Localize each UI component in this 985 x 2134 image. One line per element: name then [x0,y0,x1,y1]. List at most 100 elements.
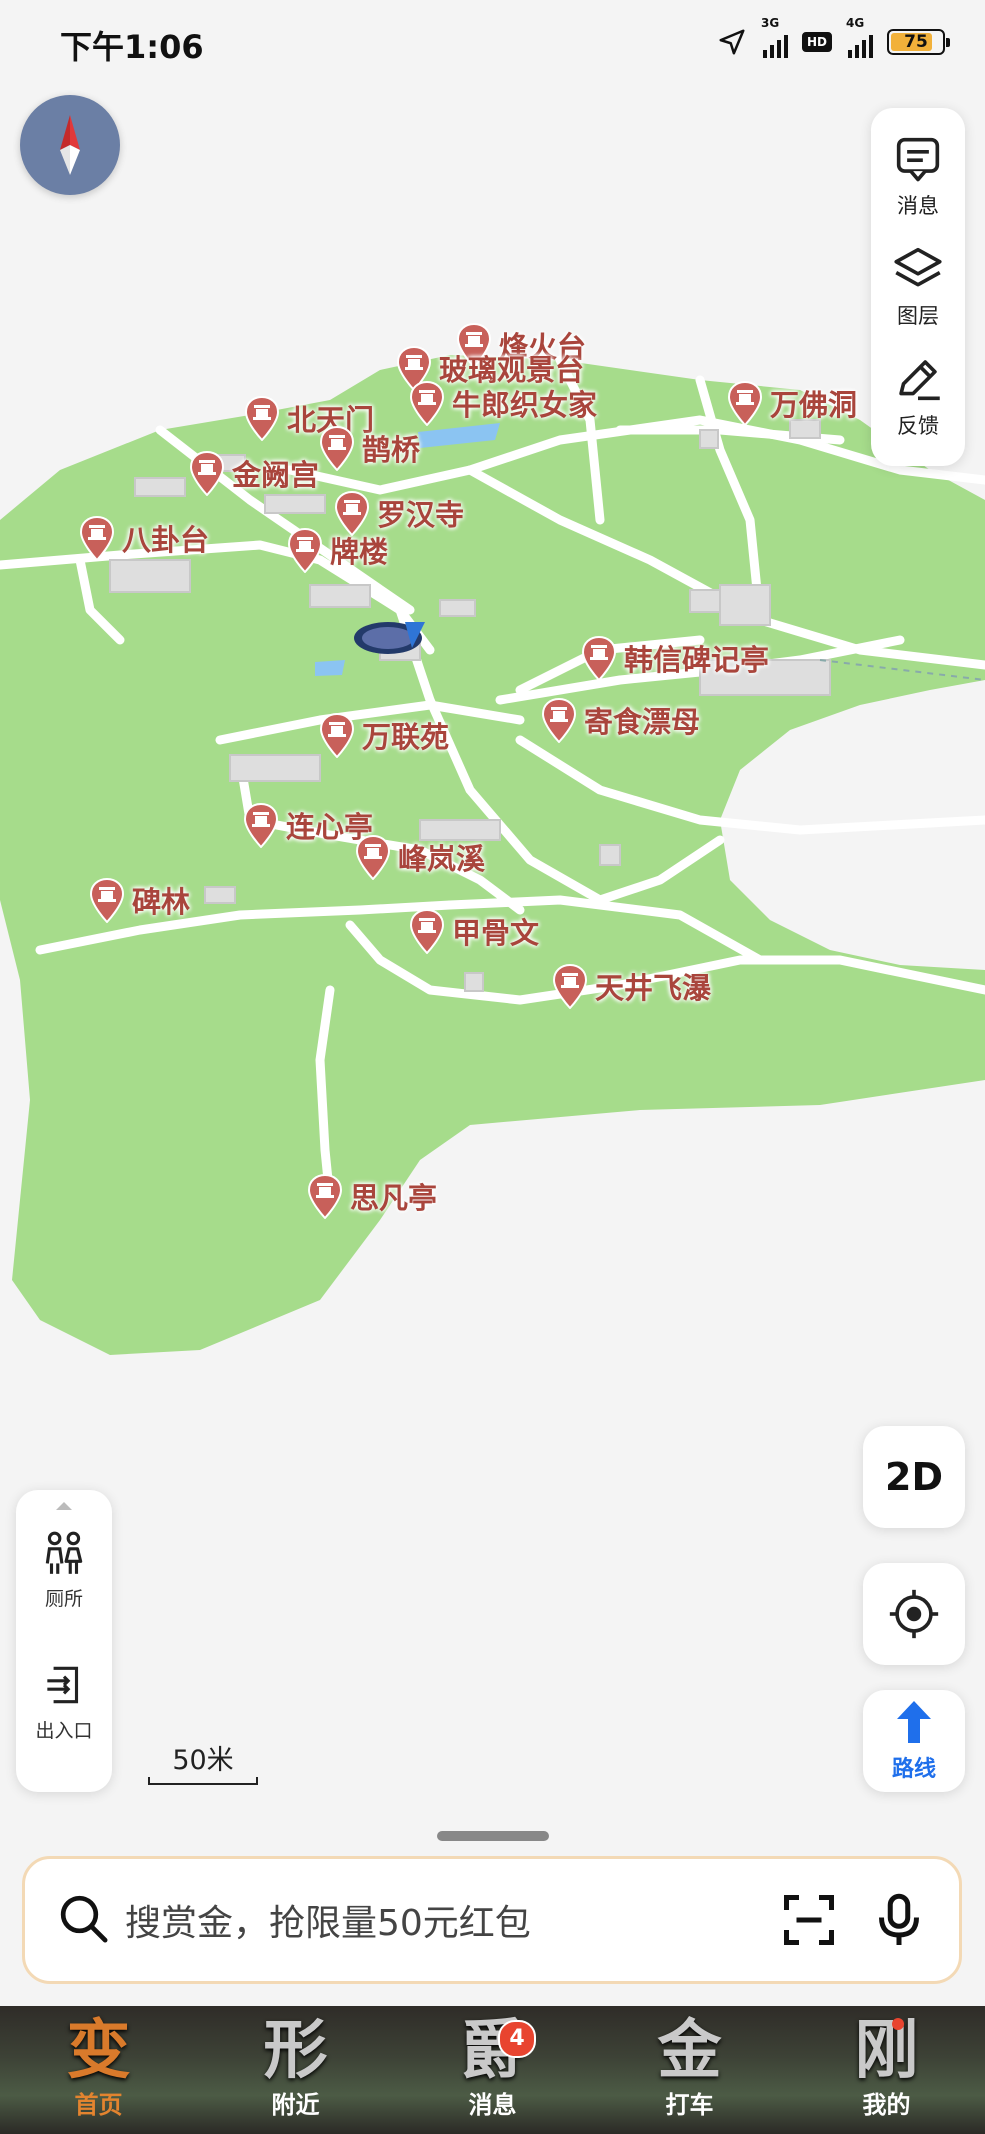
compass-icon [60,115,80,175]
restroom-button[interactable]: 厕所 [16,1528,112,1611]
poi-label: 八卦台 [122,523,210,557]
entrance-label: 出入口 [35,1720,93,1742]
bottom-tab-bar: 变 首页 形 附近 爵 消息 4 金 打车 刚 我的 [0,2006,985,2134]
view-2d-button[interactable]: 2D [863,1426,965,1528]
poi-marker[interactable]: 峰岚溪 [354,834,485,880]
park-area [0,355,985,1355]
battery-level: 75 [904,32,928,52]
attraction-pin-icon [409,380,445,426]
tab-home[interactable]: 变 首页 [0,2006,197,2134]
poi-marker[interactable]: 韩信碑记亭 [580,635,769,681]
search-icon [55,1890,111,1950]
attraction-pin-icon [287,527,323,573]
chevron-up-icon[interactable] [56,1502,72,1510]
hd-badge: HD [801,32,832,52]
poi-marker[interactable]: 牛郎织女家 [408,380,597,426]
crosshair-icon [889,1589,939,1639]
layers-button[interactable]: 图层 [871,232,965,342]
tab-glyph: 变 [66,2013,131,2088]
poi-label: 万联苑 [362,720,450,754]
tab-label: 打车 [665,2091,714,2119]
poi-marker[interactable]: 甲骨文 [408,908,539,954]
tab-profile[interactable]: 刚 我的 [788,2006,985,2134]
feedback-label: 反馈 [897,414,939,438]
feedback-icon [899,360,940,401]
attraction-pin-icon [89,877,125,923]
attraction-pin-icon [581,635,617,681]
poi-label: 思凡亭 [350,1181,438,1215]
message-label: 消息 [897,194,939,218]
poi-marker[interactable]: 天井飞瀑 [551,963,711,1009]
tab-label: 消息 [468,2091,517,2119]
facility-panel: 厕所 出入口 [16,1490,112,1792]
poi-marker[interactable]: 思凡亭 [306,1173,437,1219]
battery-icon: 75 [887,29,950,55]
route-button[interactable]: 路线 [863,1690,965,1792]
poi-marker[interactable]: 牌楼 [286,527,388,573]
status-icons: 3G HD 4G 75 [717,16,950,58]
poi-label: 天井飞瀑 [595,971,712,1005]
poi-marker[interactable]: 寄食漂母 [540,697,700,743]
network-type-label: 4G [846,16,865,30]
view-2d-label: 2D [885,1455,943,1499]
attraction-pin-icon [409,908,445,954]
signal-4g: 4G [846,16,873,58]
layers-label: 图层 [897,304,939,328]
attraction-pin-icon [355,834,391,880]
attraction-pin-icon [541,697,577,743]
poi-label: 罗汉寺 [377,498,465,532]
entrance-button[interactable]: 出入口 [16,1660,112,1743]
message-icon [896,137,940,182]
status-bar: 下午1:06 3G HD 4G 75 [0,0,985,88]
tab-label: 首页 [74,2091,123,2119]
tab-messages[interactable]: 爵 消息 4 [394,2006,591,2134]
signal-bars-icon [848,34,873,58]
poi-label: 寄食漂母 [584,705,701,739]
attraction-pin-icon [79,515,115,561]
attraction-pin-icon [189,450,225,496]
microphone-icon[interactable] [869,1890,929,1950]
scale-bar [148,1777,258,1785]
entrance-icon [47,1666,79,1704]
tab-glyph: 刚 [854,2013,919,2088]
status-time: 下午1:06 [60,28,204,66]
attraction-pin-icon [319,425,355,471]
poi-marker[interactable]: 碑林 [88,877,190,923]
feedback-button[interactable]: 反馈 [871,342,965,452]
poi-label: 鹊桥 [362,433,421,467]
search-bar[interactable]: 搜赏金，抢限量50元红包 [22,1856,962,1984]
restroom-icon [45,1531,83,1574]
poi-marker[interactable]: 八卦台 [78,515,209,561]
message-button[interactable]: 消息 [871,122,965,232]
attraction-pin-icon [307,1173,343,1219]
restroom-label: 厕所 [44,1588,83,1610]
map-view[interactable]: 烽火台 玻璃观景台 牛郎织女家 万佛洞 北天门 鹊桥 金阙宫 罗汉寺 八卦台 牌楼 韩信碑记亭 寄食漂… [0,0,985,1860]
signal-bars-icon [762,34,788,58]
unread-badge: 4 [498,2020,536,2058]
poi-marker[interactable]: 万佛洞 [726,380,857,426]
scan-icon[interactable] [779,1890,839,1950]
scale-label: 50米 [172,1745,234,1776]
poi-label: 甲骨文 [452,916,540,950]
sheet-drag-handle[interactable] [437,1831,549,1841]
poi-label: 韩信碑记亭 [624,643,770,677]
attraction-pin-icon [552,963,588,1009]
poi-label: 牌楼 [330,535,389,569]
search-input[interactable]: 搜赏金，抢限量50元红包 [125,1894,749,1946]
route-label: 路线 [891,1757,936,1782]
pond [315,660,345,676]
compass-button[interactable] [20,95,120,195]
attraction-pin-icon [244,395,280,441]
layers-icon [894,247,942,287]
poi-marker[interactable]: 金阙宫 [188,450,319,496]
poi-marker[interactable]: 鹊桥 [318,425,420,471]
tab-taxi[interactable]: 金 打车 [591,2006,788,2134]
attraction-pin-icon [243,802,279,848]
poi-marker[interactable]: 万联苑 [318,712,449,758]
locate-button[interactable] [863,1563,965,1665]
poi-label: 万佛洞 [770,388,858,422]
network-type-label: 3G [760,16,780,30]
tab-nearby[interactable]: 形 附近 [197,2006,394,2134]
poi-label: 碑林 [132,885,191,919]
location-arrow-icon [719,29,745,55]
